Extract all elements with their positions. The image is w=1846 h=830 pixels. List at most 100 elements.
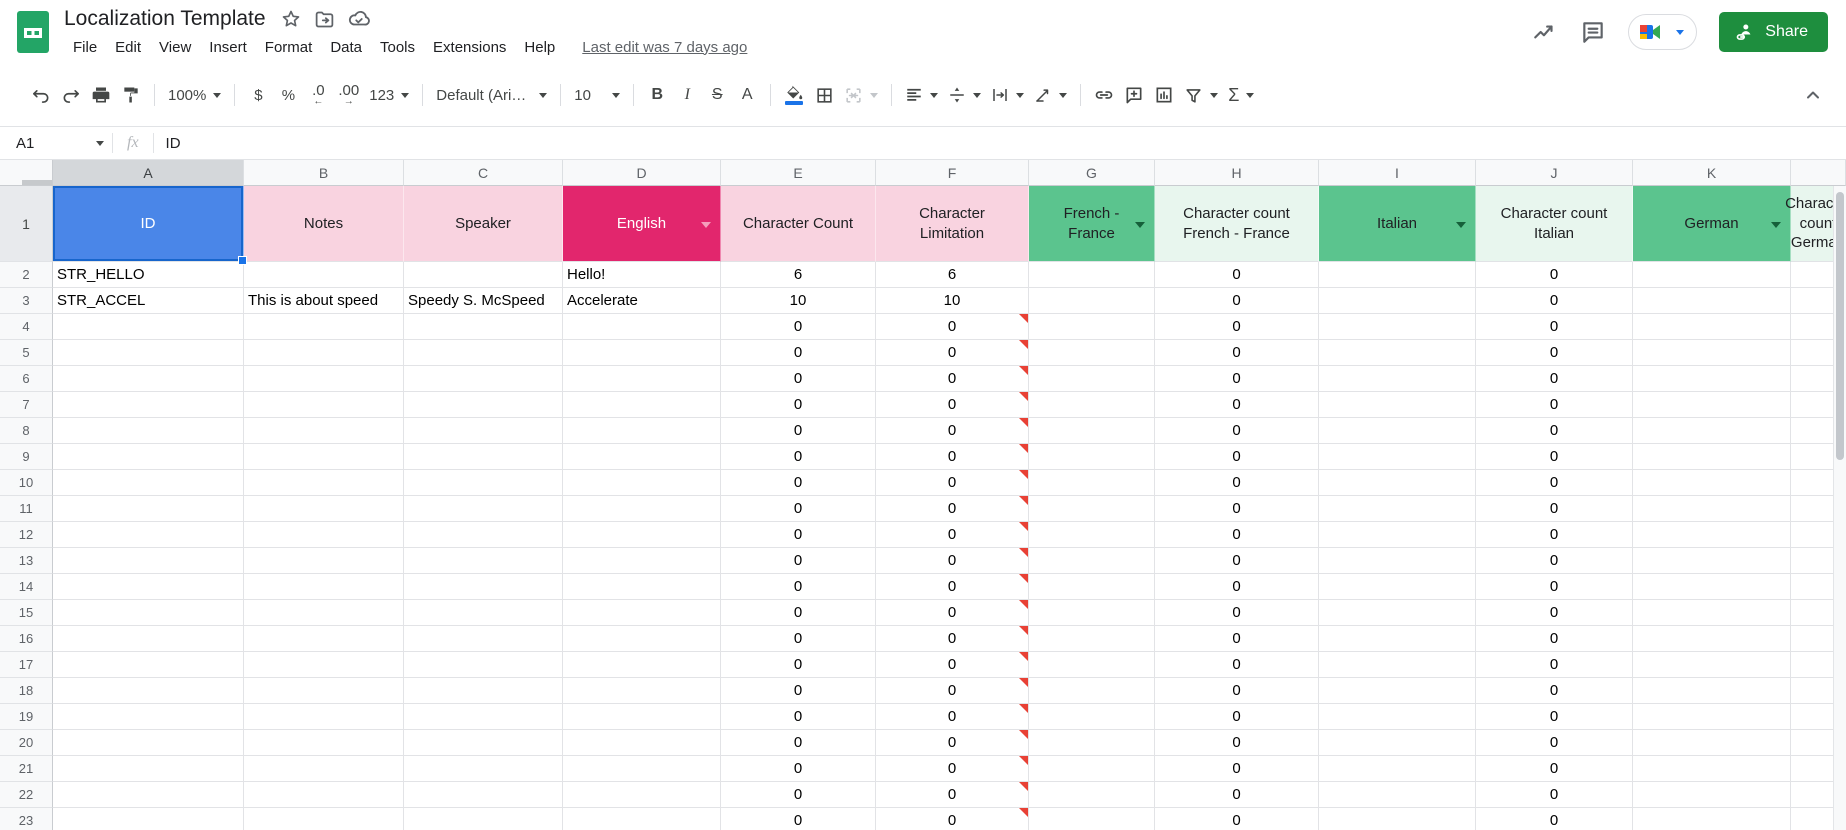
cell-E12[interactable]: 0 [721,522,876,548]
cell-H1[interactable]: Character count French - France [1155,186,1319,262]
cell-F15[interactable]: 0 [876,600,1029,626]
cell-A7[interactable] [53,392,244,418]
cell-H20[interactable]: 0 [1155,730,1319,756]
cell-H7[interactable]: 0 [1155,392,1319,418]
cell-I1[interactable]: Italian [1319,186,1476,262]
vertical-scrollbar[interactable] [1833,186,1846,830]
increase-decimal-button[interactable]: .00 → [333,80,364,110]
cell-F1[interactable]: Character Limitation [876,186,1029,262]
menu-data[interactable]: Data [321,37,371,58]
cell-A10[interactable] [53,470,244,496]
menu-help[interactable]: Help [515,37,564,58]
functions-button[interactable]: Σ [1223,80,1259,110]
cell-G20[interactable] [1029,730,1155,756]
cell-C12[interactable] [404,522,563,548]
paint-format-button[interactable] [116,80,146,110]
cell-D12[interactable] [563,522,721,548]
cell-C14[interactable] [404,574,563,600]
cell-I11[interactable] [1319,496,1476,522]
vertical-align-button[interactable] [943,80,986,110]
column-header-D[interactable]: D [563,160,721,186]
cell-C4[interactable] [404,314,563,340]
cell-D5[interactable] [563,340,721,366]
cell-E20[interactable]: 0 [721,730,876,756]
cell-I21[interactable] [1319,756,1476,782]
horizontal-align-button[interactable] [900,80,943,110]
cell-K14[interactable] [1633,574,1791,600]
column-header-I[interactable]: I [1319,160,1476,186]
cell-B1[interactable]: Notes [244,186,404,262]
cell-J17[interactable]: 0 [1476,652,1633,678]
zoom-select[interactable]: 100% [163,80,226,110]
cell-G23[interactable] [1029,808,1155,830]
cell-E21[interactable]: 0 [721,756,876,782]
cell-E23[interactable]: 0 [721,808,876,830]
row-number-9[interactable]: 9 [0,444,53,470]
row-number-19[interactable]: 19 [0,704,53,730]
cell-B16[interactable] [244,626,404,652]
cell-K12[interactable] [1633,522,1791,548]
borders-button[interactable] [809,80,839,110]
cell-I10[interactable] [1319,470,1476,496]
row-number-2[interactable]: 2 [0,262,53,288]
cell-I9[interactable] [1319,444,1476,470]
cell-A20[interactable] [53,730,244,756]
document-status-cloud-icon[interactable] [348,8,370,30]
cell-K8[interactable] [1633,418,1791,444]
cell-G11[interactable] [1029,496,1155,522]
cell-K2[interactable] [1633,262,1791,288]
cell-C9[interactable] [404,444,563,470]
cell-K22[interactable] [1633,782,1791,808]
cell-D9[interactable] [563,444,721,470]
cell-B21[interactable] [244,756,404,782]
column-header-L[interactable] [1791,160,1846,186]
cell-A9[interactable] [53,444,244,470]
cell-J1[interactable]: Character count Italian [1476,186,1633,262]
cell-I3[interactable] [1319,288,1476,314]
cell-C3[interactable]: Speedy S. McSpeed [404,288,563,314]
bold-button[interactable]: B [642,80,672,110]
row-number-14[interactable]: 14 [0,574,53,600]
cell-G14[interactable] [1029,574,1155,600]
cell-J6[interactable]: 0 [1476,366,1633,392]
cell-K5[interactable] [1633,340,1791,366]
cell-B22[interactable] [244,782,404,808]
redo-button[interactable] [56,80,86,110]
print-button[interactable] [86,80,116,110]
cell-C20[interactable] [404,730,563,756]
cell-I13[interactable] [1319,548,1476,574]
italic-button[interactable]: I [672,80,702,110]
comment-history-icon[interactable] [1580,19,1606,45]
cell-J16[interactable]: 0 [1476,626,1633,652]
cell-C6[interactable] [404,366,563,392]
cell-B14[interactable] [244,574,404,600]
cell-C22[interactable] [404,782,563,808]
cell-A16[interactable] [53,626,244,652]
cell-D4[interactable] [563,314,721,340]
column-header-E[interactable]: E [721,160,876,186]
menu-tools[interactable]: Tools [371,37,424,58]
cell-H2[interactable]: 0 [1155,262,1319,288]
cell-K11[interactable] [1633,496,1791,522]
cell-B13[interactable] [244,548,404,574]
cell-I23[interactable] [1319,808,1476,830]
row-number-1[interactable]: 1 [0,186,53,262]
cell-B10[interactable] [244,470,404,496]
cell-I19[interactable] [1319,704,1476,730]
column-header-K[interactable]: K [1633,160,1791,186]
cell-J4[interactable]: 0 [1476,314,1633,340]
cell-K13[interactable] [1633,548,1791,574]
cell-D6[interactable] [563,366,721,392]
share-button[interactable]: Share [1719,12,1828,52]
text-rotation-button[interactable] [1029,80,1072,110]
cell-B19[interactable] [244,704,404,730]
cell-F6[interactable]: 0 [876,366,1029,392]
cell-I7[interactable] [1319,392,1476,418]
cell-F14[interactable]: 0 [876,574,1029,600]
star-icon[interactable] [280,8,302,30]
cell-G19[interactable] [1029,704,1155,730]
cell-J12[interactable]: 0 [1476,522,1633,548]
cell-A2[interactable]: STR_HELLO [53,262,244,288]
text-wrap-button[interactable] [986,80,1029,110]
cell-G13[interactable] [1029,548,1155,574]
